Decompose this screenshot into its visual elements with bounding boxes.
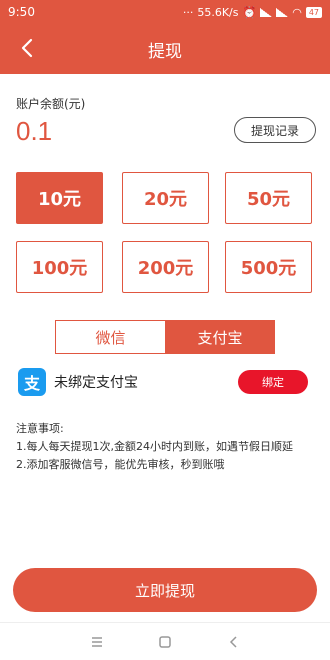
withdraw-now-button[interactable]: 立即提现 <box>13 568 317 612</box>
withdraw-record-button[interactable]: 提现记录 <box>234 117 316 143</box>
dots-indicator: ··· <box>182 5 194 19</box>
header: 提现 <box>0 24 330 74</box>
back-icon[interactable] <box>224 632 244 652</box>
tab-wechat[interactable]: 微信 <box>55 320 165 354</box>
network-speed: 55.6K/s <box>197 5 239 19</box>
battery-icon: 47 <box>305 6 322 18</box>
back-arrow-icon[interactable] <box>16 36 40 60</box>
menu-icon[interactable] <box>87 632 107 652</box>
signal-icon-2 <box>276 7 289 17</box>
balance-label: 账户余额(元) <box>16 97 86 111</box>
page-title: 提现 <box>148 41 182 62</box>
amount-option-20[interactable]: 20元 <box>122 172 209 224</box>
notes-title: 注意事项: <box>16 422 64 435</box>
wifi-icon: ◠ <box>292 5 302 19</box>
balance-value: 0.1 <box>16 116 53 146</box>
amount-option-50[interactable]: 50元 <box>225 172 312 224</box>
notes-item: 2.添加客服微信号，能优先审核，秒到账哦 <box>16 458 225 471</box>
bind-alipay-button[interactable]: 绑定 <box>238 370 308 394</box>
system-nav-bar <box>0 622 330 660</box>
home-icon[interactable] <box>155 632 175 652</box>
notes-section: 注意事项: 1.每人每天提现1次,金额24小时内到账，如遇节假日顺延 2.添加客… <box>16 420 293 474</box>
amount-option-200[interactable]: 200元 <box>122 241 209 293</box>
amount-option-500[interactable]: 500元 <box>225 241 312 293</box>
signal-icon <box>260 7 273 17</box>
alipay-status-text: 未绑定支付宝 <box>54 375 138 391</box>
status-bar: 9:50 ··· 55.6K/s ⏰ ◠ 47 <box>0 0 330 24</box>
notes-item: 1.每人每天提现1次,金额24小时内到账，如遇节假日顺延 <box>16 440 293 453</box>
alipay-icon: 支 <box>18 368 46 396</box>
amount-option-10[interactable]: 10元 <box>16 172 103 224</box>
alarm-icon: ⏰ <box>242 5 257 19</box>
status-icons: ··· 55.6K/s ⏰ ◠ 47 <box>183 6 322 19</box>
status-time: 9:50 <box>8 5 35 19</box>
amount-option-100[interactable]: 100元 <box>16 241 103 293</box>
tab-alipay[interactable]: 支付宝 <box>165 320 275 354</box>
